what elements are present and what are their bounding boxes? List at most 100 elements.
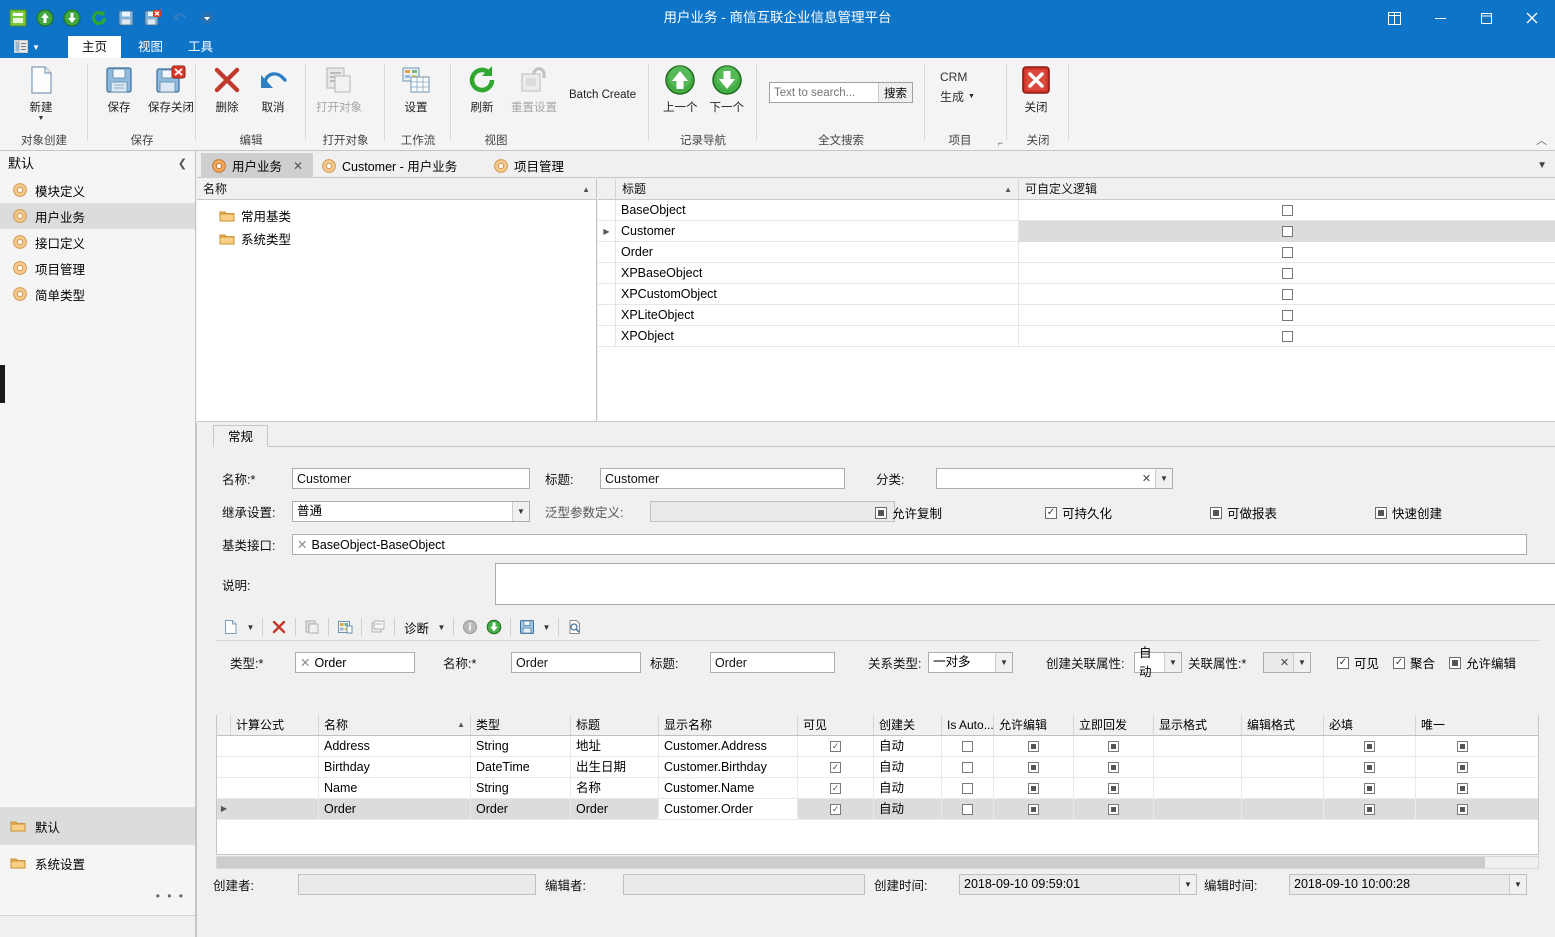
- cell-postback[interactable]: [1074, 736, 1154, 756]
- diagnose-button[interactable]: 诊断: [400, 618, 433, 637]
- delete-button[interactable]: 删除: [204, 60, 250, 115]
- table-row[interactable]: ▶ Order Order Order Customer.Order 自动: [217, 799, 1538, 820]
- object-custom-logic-cell[interactable]: [1019, 326, 1555, 347]
- sidebar-item-user-business[interactable]: 用户业务: [0, 203, 195, 229]
- clear-icon[interactable]: ✕: [1138, 469, 1155, 488]
- chevron-down-icon[interactable]: ▼: [1179, 875, 1196, 894]
- doc-tab-project-management[interactable]: 项目管理: [483, 153, 574, 178]
- table-row[interactable]: BaseObject: [598, 199, 1555, 221]
- quick-create-checkbox[interactable]: 快速创建: [1375, 503, 1442, 522]
- object-grid-column-custom-logic[interactable]: 可自定义逻辑: [1019, 179, 1555, 200]
- base-interface-token-box[interactable]: ✕ BaseObject-BaseObject: [292, 534, 1527, 555]
- checkbox-icon[interactable]: [1281, 225, 1293, 237]
- sidebar-item-project-management[interactable]: 项目管理: [0, 255, 195, 281]
- checkbox-icon[interactable]: [1281, 204, 1293, 216]
- chevron-down-icon[interactable]: ▼: [1164, 653, 1181, 672]
- generate-caret-icon[interactable]: ▼: [968, 93, 975, 100]
- col-edit-format[interactable]: 编辑格式: [1242, 715, 1324, 735]
- table-row[interactable]: Birthday DateTime 出生日期 Customer.Birthday…: [217, 757, 1538, 778]
- name-input[interactable]: [292, 468, 530, 489]
- checkbox-icon[interactable]: [1281, 288, 1293, 300]
- creator-input[interactable]: [298, 874, 536, 895]
- col-create-rel[interactable]: 创建关: [874, 715, 942, 735]
- doc-tab-customer[interactable]: Customer - 用户业务: [311, 153, 467, 178]
- document-tab-overflow-icon[interactable]: ▼: [1537, 160, 1547, 171]
- save-layout-icon[interactable]: [516, 616, 538, 638]
- cell-is-auto[interactable]: [942, 757, 994, 777]
- object-grid-column-title[interactable]: 标题 ▲: [616, 178, 1019, 200]
- col-name[interactable]: 名称 ▲: [319, 715, 471, 735]
- persistable-checkbox[interactable]: 可持久化: [1045, 503, 1210, 522]
- col-type[interactable]: 类型: [471, 715, 571, 735]
- created-time-combo[interactable]: 2018-09-10 09:59:01 ▼: [959, 874, 1197, 895]
- maximize-button[interactable]: [1463, 0, 1509, 36]
- allow-edit-checkbox[interactable]: 允许编辑: [1449, 653, 1516, 672]
- new-relation-icon[interactable]: [220, 616, 242, 638]
- info-icon[interactable]: [459, 616, 481, 638]
- table-row[interactable]: Address String 地址 Customer.Address 自动: [217, 736, 1538, 757]
- open-object-button[interactable]: 打开对象: [310, 60, 368, 115]
- download-icon[interactable]: [483, 616, 505, 638]
- paste-icon[interactable]: [367, 616, 389, 638]
- table-row[interactable]: XPLiteObject: [598, 304, 1555, 326]
- settings-button[interactable]: 设置: [393, 60, 439, 115]
- cell-allow-edit[interactable]: [994, 778, 1074, 798]
- object-custom-logic-cell[interactable]: [1019, 263, 1555, 284]
- ribbon-tab-view[interactable]: 视图: [124, 36, 177, 58]
- col-formula[interactable]: 计算公式: [231, 715, 319, 735]
- checkbox-icon[interactable]: [1281, 267, 1293, 279]
- reset-settings-button[interactable]: 重置设置: [505, 60, 563, 115]
- col-unique[interactable]: 唯一: [1416, 715, 1508, 735]
- cell-required[interactable]: [1324, 778, 1416, 798]
- relation-title-input[interactable]: [710, 652, 835, 673]
- object-custom-logic-cell[interactable]: [1019, 200, 1555, 221]
- duplicate-icon[interactable]: [334, 616, 356, 638]
- cell-visible[interactable]: [798, 778, 874, 798]
- col-display-name[interactable]: 显示名称: [659, 715, 798, 735]
- cancel-button[interactable]: 取消: [250, 60, 296, 115]
- next-record-button[interactable]: 下一个: [704, 60, 751, 115]
- close-document-button[interactable]: 关闭: [1013, 60, 1059, 115]
- reportable-checkbox[interactable]: 可做报表: [1210, 503, 1375, 522]
- detail-tab-general[interactable]: 常规: [213, 425, 269, 447]
- save-close-button[interactable]: 保存关闭: [142, 60, 200, 115]
- sidebar-item-module-definition[interactable]: 模块定义: [0, 177, 195, 203]
- allow-copy-checkbox[interactable]: 允许复制: [875, 503, 1045, 522]
- sidebar-group-system-settings[interactable]: 系统设置: [0, 844, 195, 881]
- save-button[interactable]: 保存: [96, 60, 142, 115]
- cell-required[interactable]: [1324, 757, 1416, 777]
- tree-column-name[interactable]: 名称 ▲: [197, 179, 596, 200]
- cell-postback[interactable]: [1074, 799, 1154, 819]
- chevron-down-icon[interactable]: ▼: [1155, 469, 1172, 488]
- restore-layout-button[interactable]: [1371, 0, 1417, 36]
- object-custom-logic-cell[interactable]: [1019, 284, 1555, 305]
- create-relation-prop-combo[interactable]: 自动 ▼: [1134, 646, 1182, 679]
- diagnose-dropdown-icon[interactable]: ▼: [435, 616, 448, 638]
- cell-unique[interactable]: [1416, 778, 1508, 798]
- remove-token-icon[interactable]: ✕: [297, 537, 307, 552]
- visible-checkbox[interactable]: 可见: [1337, 653, 1379, 672]
- refresh-button[interactable]: 刷新: [459, 60, 505, 115]
- property-grid-hscrollbar[interactable]: [216, 856, 1539, 869]
- cell-visible[interactable]: [798, 736, 874, 756]
- aggregate-checkbox[interactable]: 聚合: [1393, 653, 1435, 672]
- editor-input[interactable]: [623, 874, 865, 895]
- table-row[interactable]: XPObject: [598, 325, 1555, 347]
- tree-node-common-base[interactable]: 常用基类: [197, 204, 596, 227]
- cell-unique[interactable]: [1416, 757, 1508, 777]
- cell-visible[interactable]: [798, 757, 874, 777]
- cell-is-auto[interactable]: [942, 778, 994, 798]
- chevron-down-icon[interactable]: ▼: [512, 502, 529, 521]
- delete-relation-icon[interactable]: [268, 616, 290, 638]
- checkbox-icon[interactable]: [1281, 246, 1293, 258]
- checkbox-icon[interactable]: [1281, 330, 1293, 342]
- inherit-combo[interactable]: 普通 ▼: [292, 501, 530, 522]
- object-custom-logic-cell[interactable]: [1019, 220, 1555, 242]
- sidebar-item-interface-definition[interactable]: 接口定义: [0, 229, 195, 255]
- table-row[interactable]: Name String 名称 Customer.Name 自动: [217, 778, 1538, 799]
- scrollbar-thumb[interactable]: [217, 857, 1486, 868]
- table-row[interactable]: ▶ Customer: [598, 220, 1555, 242]
- minimize-button[interactable]: [1417, 0, 1463, 36]
- col-postback[interactable]: 立即回发: [1074, 715, 1154, 735]
- search-button[interactable]: 搜索: [878, 83, 912, 102]
